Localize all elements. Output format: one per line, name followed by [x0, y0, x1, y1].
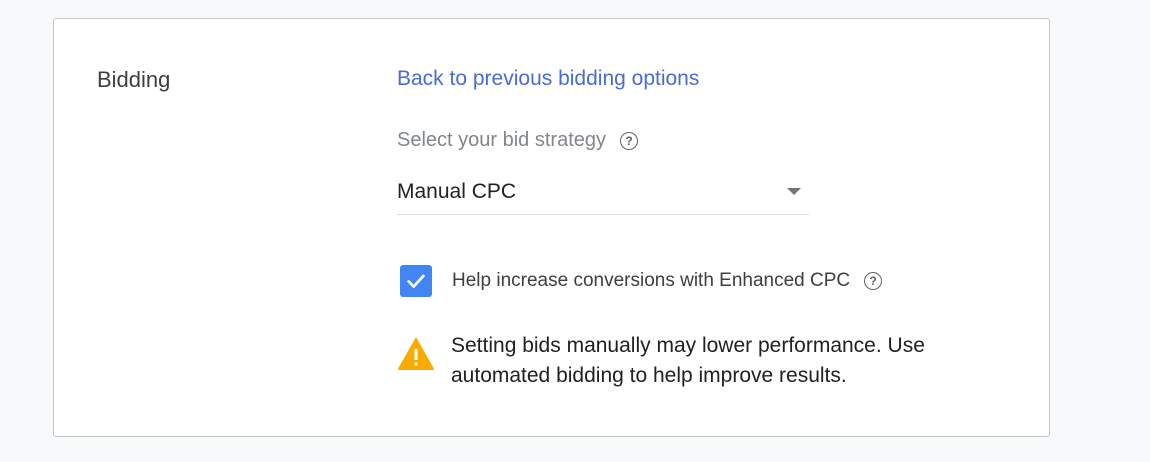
warning-icon [398, 338, 434, 370]
bid-strategy-label-row: Select your bid strategy ? [397, 129, 638, 152]
help-icon[interactable]: ? [864, 272, 883, 290]
enhanced-cpc-checkbox[interactable] [400, 265, 432, 297]
section-title: Bidding [97, 67, 171, 92]
bidding-card: Bidding Back to previous bidding options… [53, 18, 1050, 437]
chevron-down-icon [787, 188, 801, 195]
check-icon [407, 274, 425, 288]
enhanced-cpc-row: Help increase conversions with Enhanced … [400, 265, 883, 297]
warning-text: Setting bids manually may lower performa… [451, 334, 925, 387]
warning-message: Setting bids manually may lower performa… [397, 331, 1011, 391]
bid-strategy-select[interactable]: Manual CPC [397, 169, 809, 215]
enhanced-cpc-label: Help increase conversions with Enhanced … [452, 270, 851, 291]
bid-strategy-value: Manual CPC [397, 179, 517, 203]
back-to-previous-bidding-link[interactable]: Back to previous bidding options [397, 67, 699, 91]
bid-strategy-label: Select your bid strategy [397, 129, 606, 151]
help-icon[interactable]: ? [620, 131, 638, 150]
